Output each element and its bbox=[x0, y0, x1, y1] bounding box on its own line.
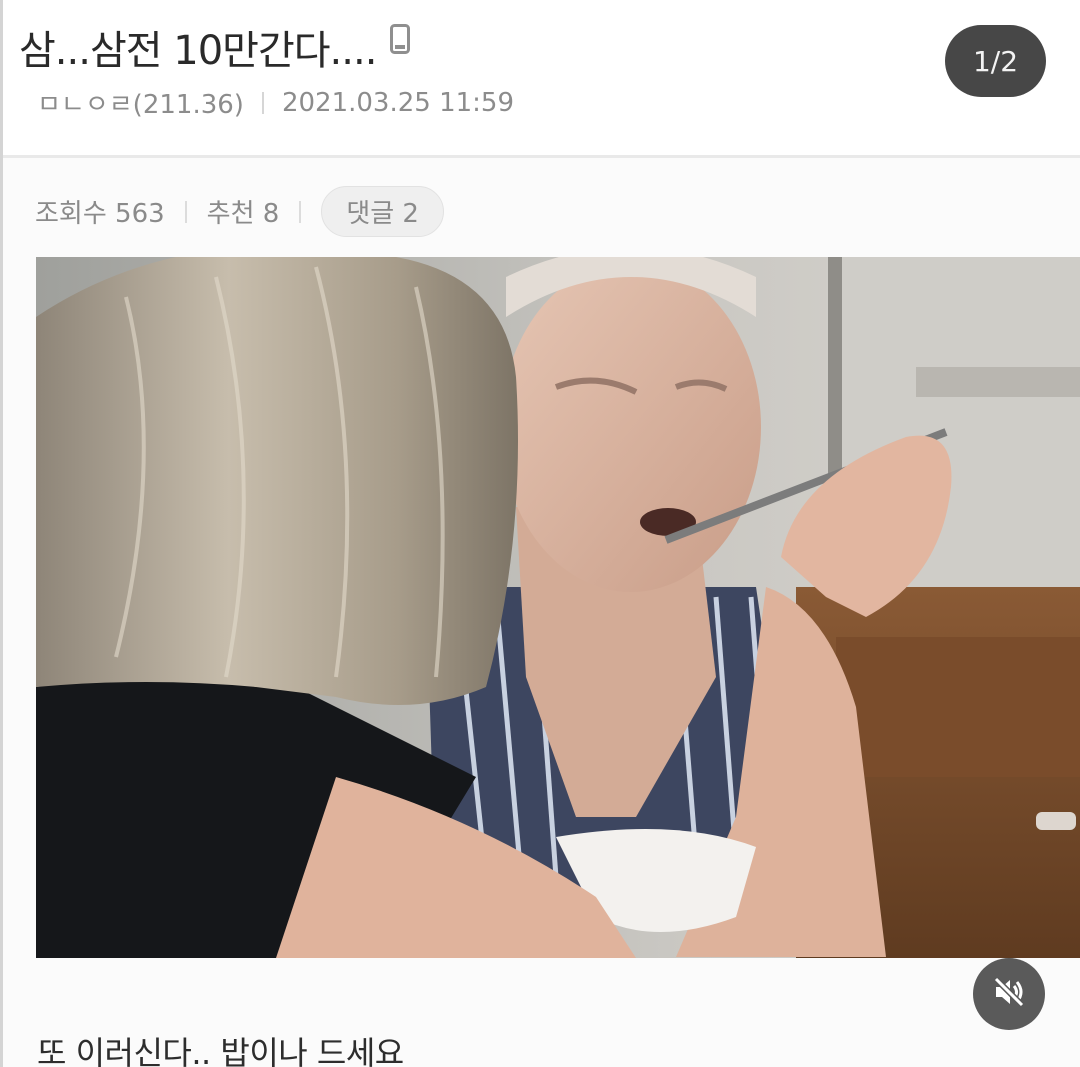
stats-divider bbox=[299, 200, 302, 223]
post-page: 삼...삼전 10만간다.... ㅁㄴㅇㄹ(211.36) 2021.03.25… bbox=[0, 0, 1080, 1067]
stats-divider bbox=[184, 200, 187, 223]
post-stats: 조회수 563 추천 8 댓글 2 bbox=[35, 186, 444, 237]
post-photo[interactable] bbox=[36, 257, 1080, 958]
meta-divider bbox=[261, 91, 264, 114]
author-name[interactable]: ㅁㄴㅇㄹ(211.36) bbox=[37, 84, 244, 121]
post-header: 삼...삼전 10만간다.... ㅁㄴㅇㄹ(211.36) 2021.03.25… bbox=[3, 0, 1080, 156]
comment-count-button[interactable]: 댓글 2 bbox=[321, 186, 444, 237]
title-row: 삼...삼전 10만간다.... bbox=[19, 18, 411, 76]
view-count: 조회수 563 bbox=[35, 199, 165, 229]
speaker-muted-icon bbox=[992, 975, 1026, 1013]
post-datetime: 2021.03.25 11:59 bbox=[281, 87, 515, 118]
header-divider bbox=[3, 155, 1080, 158]
post-title: 삼...삼전 10만간다.... bbox=[19, 28, 377, 74]
post-caption: 또 이러신다.. 밥이나 드세요 bbox=[37, 1034, 404, 1067]
post-meta: ㅁㄴㅇㄹ(211.36) 2021.03.25 11:59 bbox=[37, 84, 514, 121]
mute-button[interactable] bbox=[973, 958, 1045, 1030]
recommend-count: 추천 8 bbox=[206, 199, 280, 229]
page-counter-badge: 1/2 bbox=[945, 25, 1046, 97]
mobile-phone-icon bbox=[390, 24, 411, 54]
